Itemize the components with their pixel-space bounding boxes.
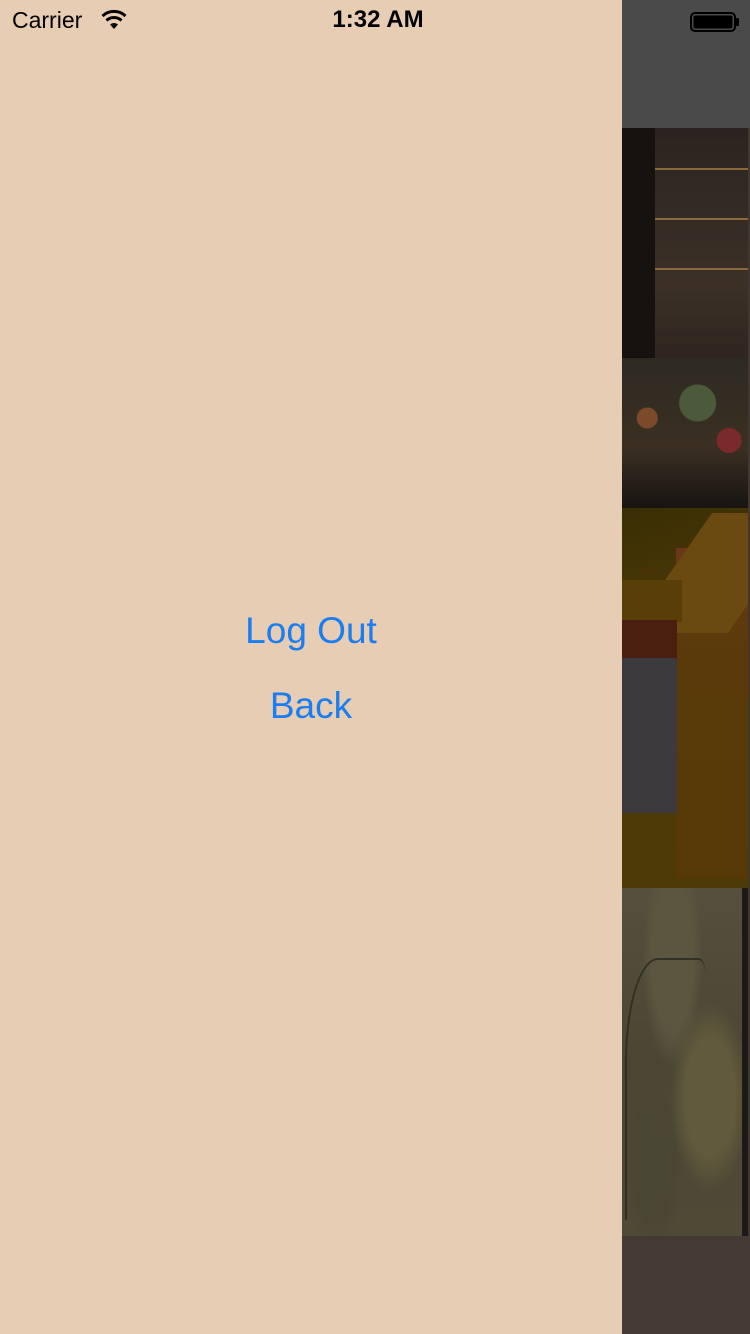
drawer-menu: Log Out Back: [0, 600, 622, 750]
back-button[interactable]: Back: [0, 675, 622, 737]
clock-time: 1:32 AM: [332, 6, 424, 33]
side-drawer: Log Out Back: [0, 0, 622, 1334]
log-out-button[interactable]: Log Out: [0, 600, 622, 662]
status-bar: Carrier 1:32 AM: [0, 0, 750, 40]
battery-icon: [690, 11, 740, 32]
